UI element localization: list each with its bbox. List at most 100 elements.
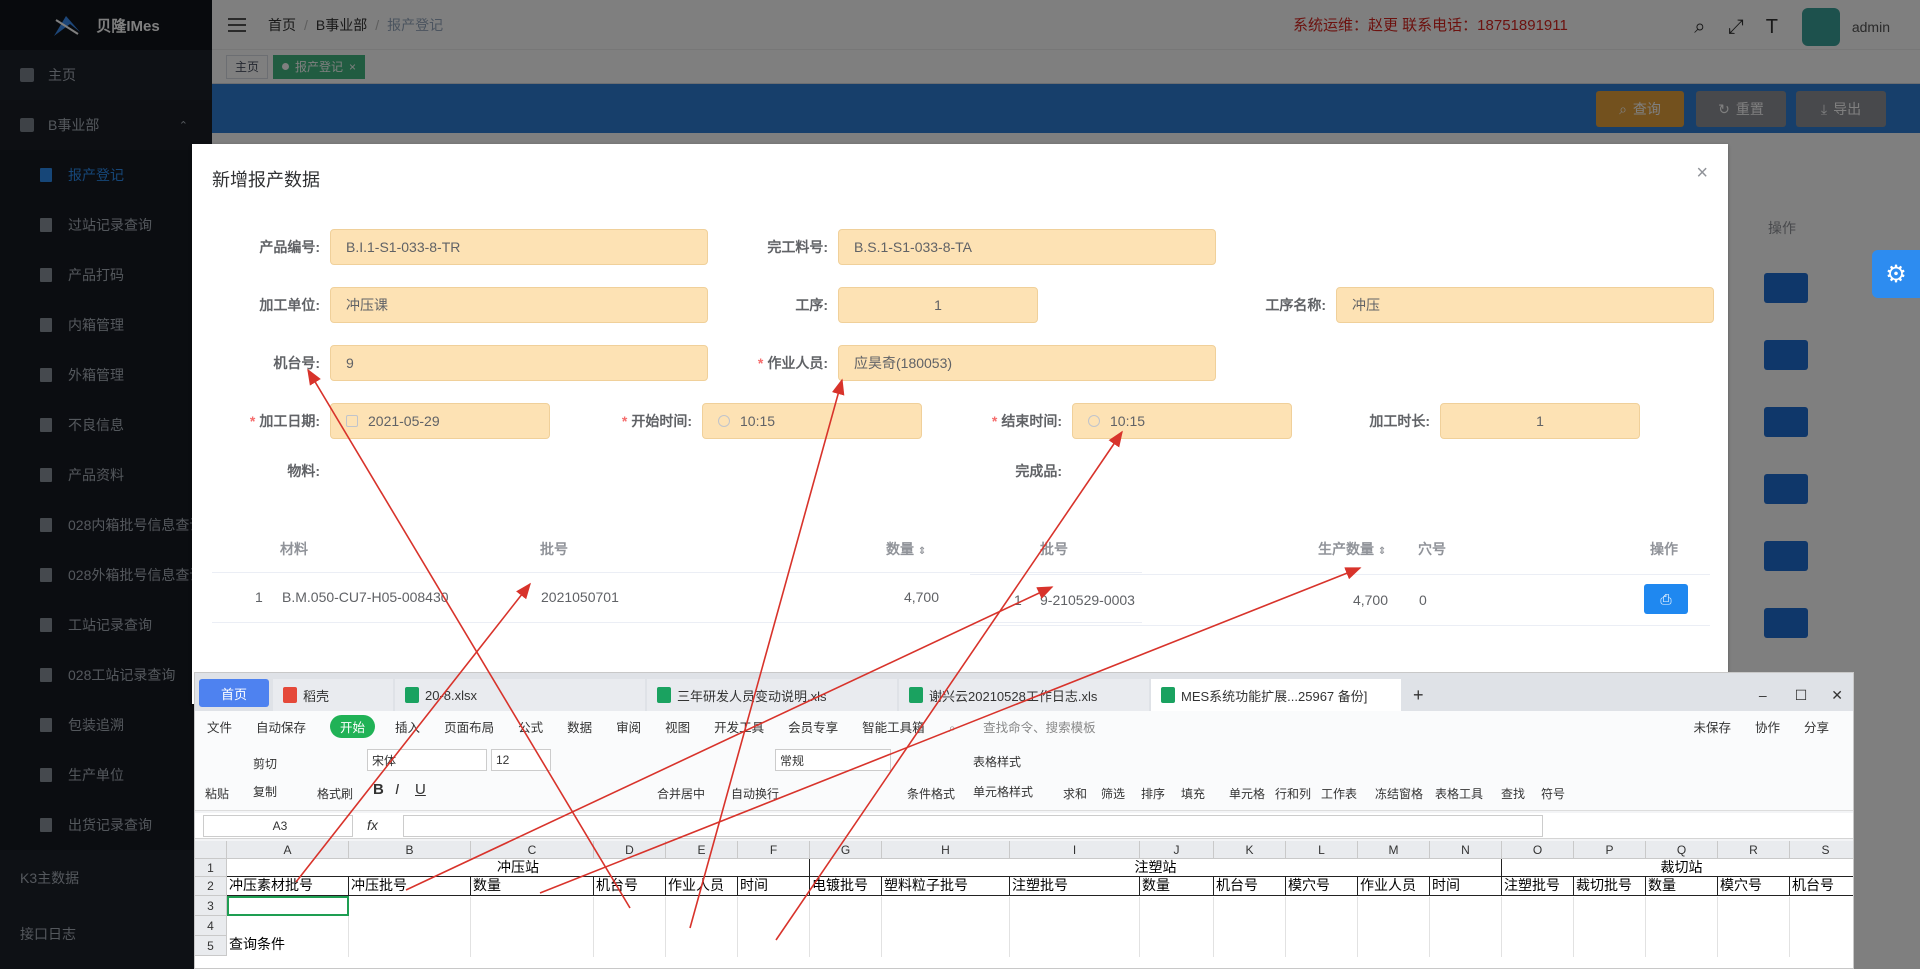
table-style-button[interactable]: 表格样式 [973, 753, 1021, 770]
selected-cell-A3[interactable] [227, 896, 349, 916]
spreadsheet-grid[interactable]: A B C D E F G H I J K L M N O P Q R S 1 2 3 4 5 冲压站 注塑站 裁切站 冲压素材批号冲… [195, 841, 1853, 968]
menu-start[interactable]: 开始 [330, 714, 376, 738]
column-header-O[interactable]: O [1502, 841, 1574, 859]
column-header-I[interactable]: I [1010, 841, 1140, 859]
conditional-format-button[interactable]: 条件格式 [907, 785, 955, 802]
header-cell[interactable]: 模穴号 [1286, 877, 1358, 896]
fill-button[interactable]: 填充 [1181, 785, 1205, 802]
operator-input[interactable]: 应昊奇(180053) [838, 345, 1216, 381]
merge-center-button[interactable]: 合并居中 [657, 785, 705, 802]
table-tools-button[interactable]: 表格工具 [1435, 785, 1483, 802]
row-header-2[interactable]: 2 [195, 877, 227, 896]
row-header-4[interactable]: 4 [195, 916, 227, 936]
wps-tab[interactable]: 三年研发人员变动说明.xls [647, 679, 897, 711]
product-no-input[interactable]: B.I.1-S1-033-8-TR [330, 229, 708, 265]
select-all-corner[interactable] [195, 841, 227, 859]
column-header-N[interactable]: N [1430, 841, 1502, 859]
menu-autosave[interactable]: 自动保存 [256, 717, 306, 736]
wps-tab-active[interactable]: MES系统功能扩展...25967 备份] [1151, 679, 1401, 711]
name-box[interactable]: A3 [203, 815, 353, 837]
header-cell[interactable]: 机台号 [594, 877, 666, 896]
column-header-F[interactable]: F [738, 841, 810, 859]
merged-header-punch[interactable]: 冲压站 [227, 859, 810, 877]
column-header-M[interactable]: M [1358, 841, 1430, 859]
new-tab-icon[interactable]: + [1403, 679, 1434, 711]
header-cell[interactable]: 作业人员 [1358, 877, 1430, 896]
process-name-input[interactable]: 冲压 [1336, 287, 1714, 323]
column-header-P[interactable]: P [1574, 841, 1646, 859]
column-header-J[interactable]: J [1140, 841, 1214, 859]
print-button[interactable]: ⎙ [1644, 584, 1688, 614]
collaborate-button[interactable]: 协作 [1755, 717, 1780, 736]
menu-formula[interactable]: 公式 [518, 717, 543, 736]
font-family-select[interactable]: 宋体 [367, 749, 487, 771]
wps-tab[interactable]: 稻壳 [273, 679, 393, 711]
wps-tab[interactable]: 20-8.xlsx [395, 679, 645, 711]
settings-gear-icon[interactable]: ⚙ [1872, 250, 1920, 298]
menu-review[interactable]: 审阅 [616, 717, 641, 736]
header-cell[interactable]: 数量 [1140, 877, 1214, 896]
find-button[interactable]: 查找 [1501, 785, 1525, 802]
sort-button[interactable]: 排序 [1141, 785, 1165, 802]
column-header-sortable[interactable]: 数量 ⇕ [886, 539, 926, 559]
header-cell[interactable]: 注塑批号 [1010, 877, 1140, 896]
row-header-3[interactable]: 3 [195, 896, 227, 916]
header-cell[interactable]: 数量 [471, 877, 594, 896]
column-header-S[interactable]: S [1790, 841, 1853, 859]
minimize-icon[interactable]: – [1759, 687, 1767, 703]
column-header-K[interactable]: K [1214, 841, 1286, 859]
menu-data[interactable]: 数据 [567, 717, 592, 736]
copy-button[interactable]: 复制 [253, 783, 277, 800]
command-search[interactable]: ⌕ 查找命令、搜索模板 [949, 717, 1120, 736]
wrap-text-button[interactable]: 自动换行 [731, 785, 779, 802]
finish-no-input[interactable]: B.S.1-S1-033-8-TA [838, 229, 1216, 265]
merged-header-mold[interactable]: 注塑站 [810, 859, 1502, 877]
fx-icon[interactable]: fx [367, 817, 378, 833]
sort-icon[interactable]: ⇕ [918, 546, 926, 557]
header-cell[interactable]: 作业人员 [666, 877, 738, 896]
row-header-5[interactable]: 5 [195, 936, 227, 956]
header-cell[interactable]: 机台号 [1214, 877, 1286, 896]
process-input[interactable]: 1 [838, 287, 1038, 323]
header-cell[interactable]: 裁切批号 [1574, 877, 1646, 896]
close-icon[interactable]: ✕ [1831, 687, 1843, 704]
column-header-C[interactable]: C [471, 841, 594, 859]
share-button[interactable]: 分享 [1804, 717, 1829, 736]
unit-input[interactable]: 冲压课 [330, 287, 708, 323]
format-painter-button[interactable]: 格式刷 [317, 785, 353, 802]
column-header-E[interactable]: E [666, 841, 738, 859]
wps-tab-home[interactable]: 首页 [199, 679, 269, 707]
underline-icon[interactable]: U [415, 781, 426, 798]
cell-style-button[interactable]: 单元格样式 [973, 783, 1033, 800]
column-header-R[interactable]: R [1718, 841, 1790, 859]
date-picker[interactable]: 2021-05-29 [330, 403, 550, 439]
italic-icon[interactable]: I [395, 781, 399, 798]
worksheet-button[interactable]: 工作表 [1321, 785, 1357, 802]
start-time-picker[interactable]: 10:15 [702, 403, 922, 439]
column-header-G[interactable]: G [810, 841, 882, 859]
machine-input[interactable]: 9 [330, 345, 708, 381]
unsaved-status[interactable]: 未保存 [1693, 717, 1731, 736]
menu-smart-tools[interactable]: 智能工具箱 [862, 717, 925, 736]
column-header-B[interactable]: B [349, 841, 471, 859]
end-time-picker[interactable]: 10:15 [1072, 403, 1292, 439]
sum-button[interactable]: 求和 [1063, 785, 1087, 802]
menu-member[interactable]: 会员专享 [788, 717, 838, 736]
header-cell[interactable]: 冲压素材批号 [227, 877, 349, 896]
header-cell[interactable]: 时间 [1430, 877, 1502, 896]
bold-icon[interactable]: B [373, 781, 384, 798]
close-icon[interactable]: × [1696, 162, 1708, 185]
menu-layout[interactable]: 页面布局 [444, 717, 494, 736]
menu-insert[interactable]: 插入 [395, 717, 420, 736]
font-size-select[interactable]: 12 [491, 749, 551, 771]
cell-button[interactable]: 单元格 [1229, 785, 1265, 802]
header-cell[interactable]: 冲压批号 [349, 877, 471, 896]
menu-view[interactable]: 视图 [665, 717, 690, 736]
header-cell[interactable]: 模穴号 [1718, 877, 1790, 896]
column-header-sortable[interactable]: 生产数量 ⇕ [1318, 539, 1386, 559]
header-cell[interactable]: 电镀批号 [810, 877, 882, 896]
wps-tab[interactable]: 谢兴云20210528工作日志.xls [899, 679, 1149, 711]
column-header-Q[interactable]: Q [1646, 841, 1718, 859]
merged-header-cut[interactable]: 裁切站 [1502, 859, 1853, 877]
menu-file[interactable]: 文件 [207, 717, 232, 736]
